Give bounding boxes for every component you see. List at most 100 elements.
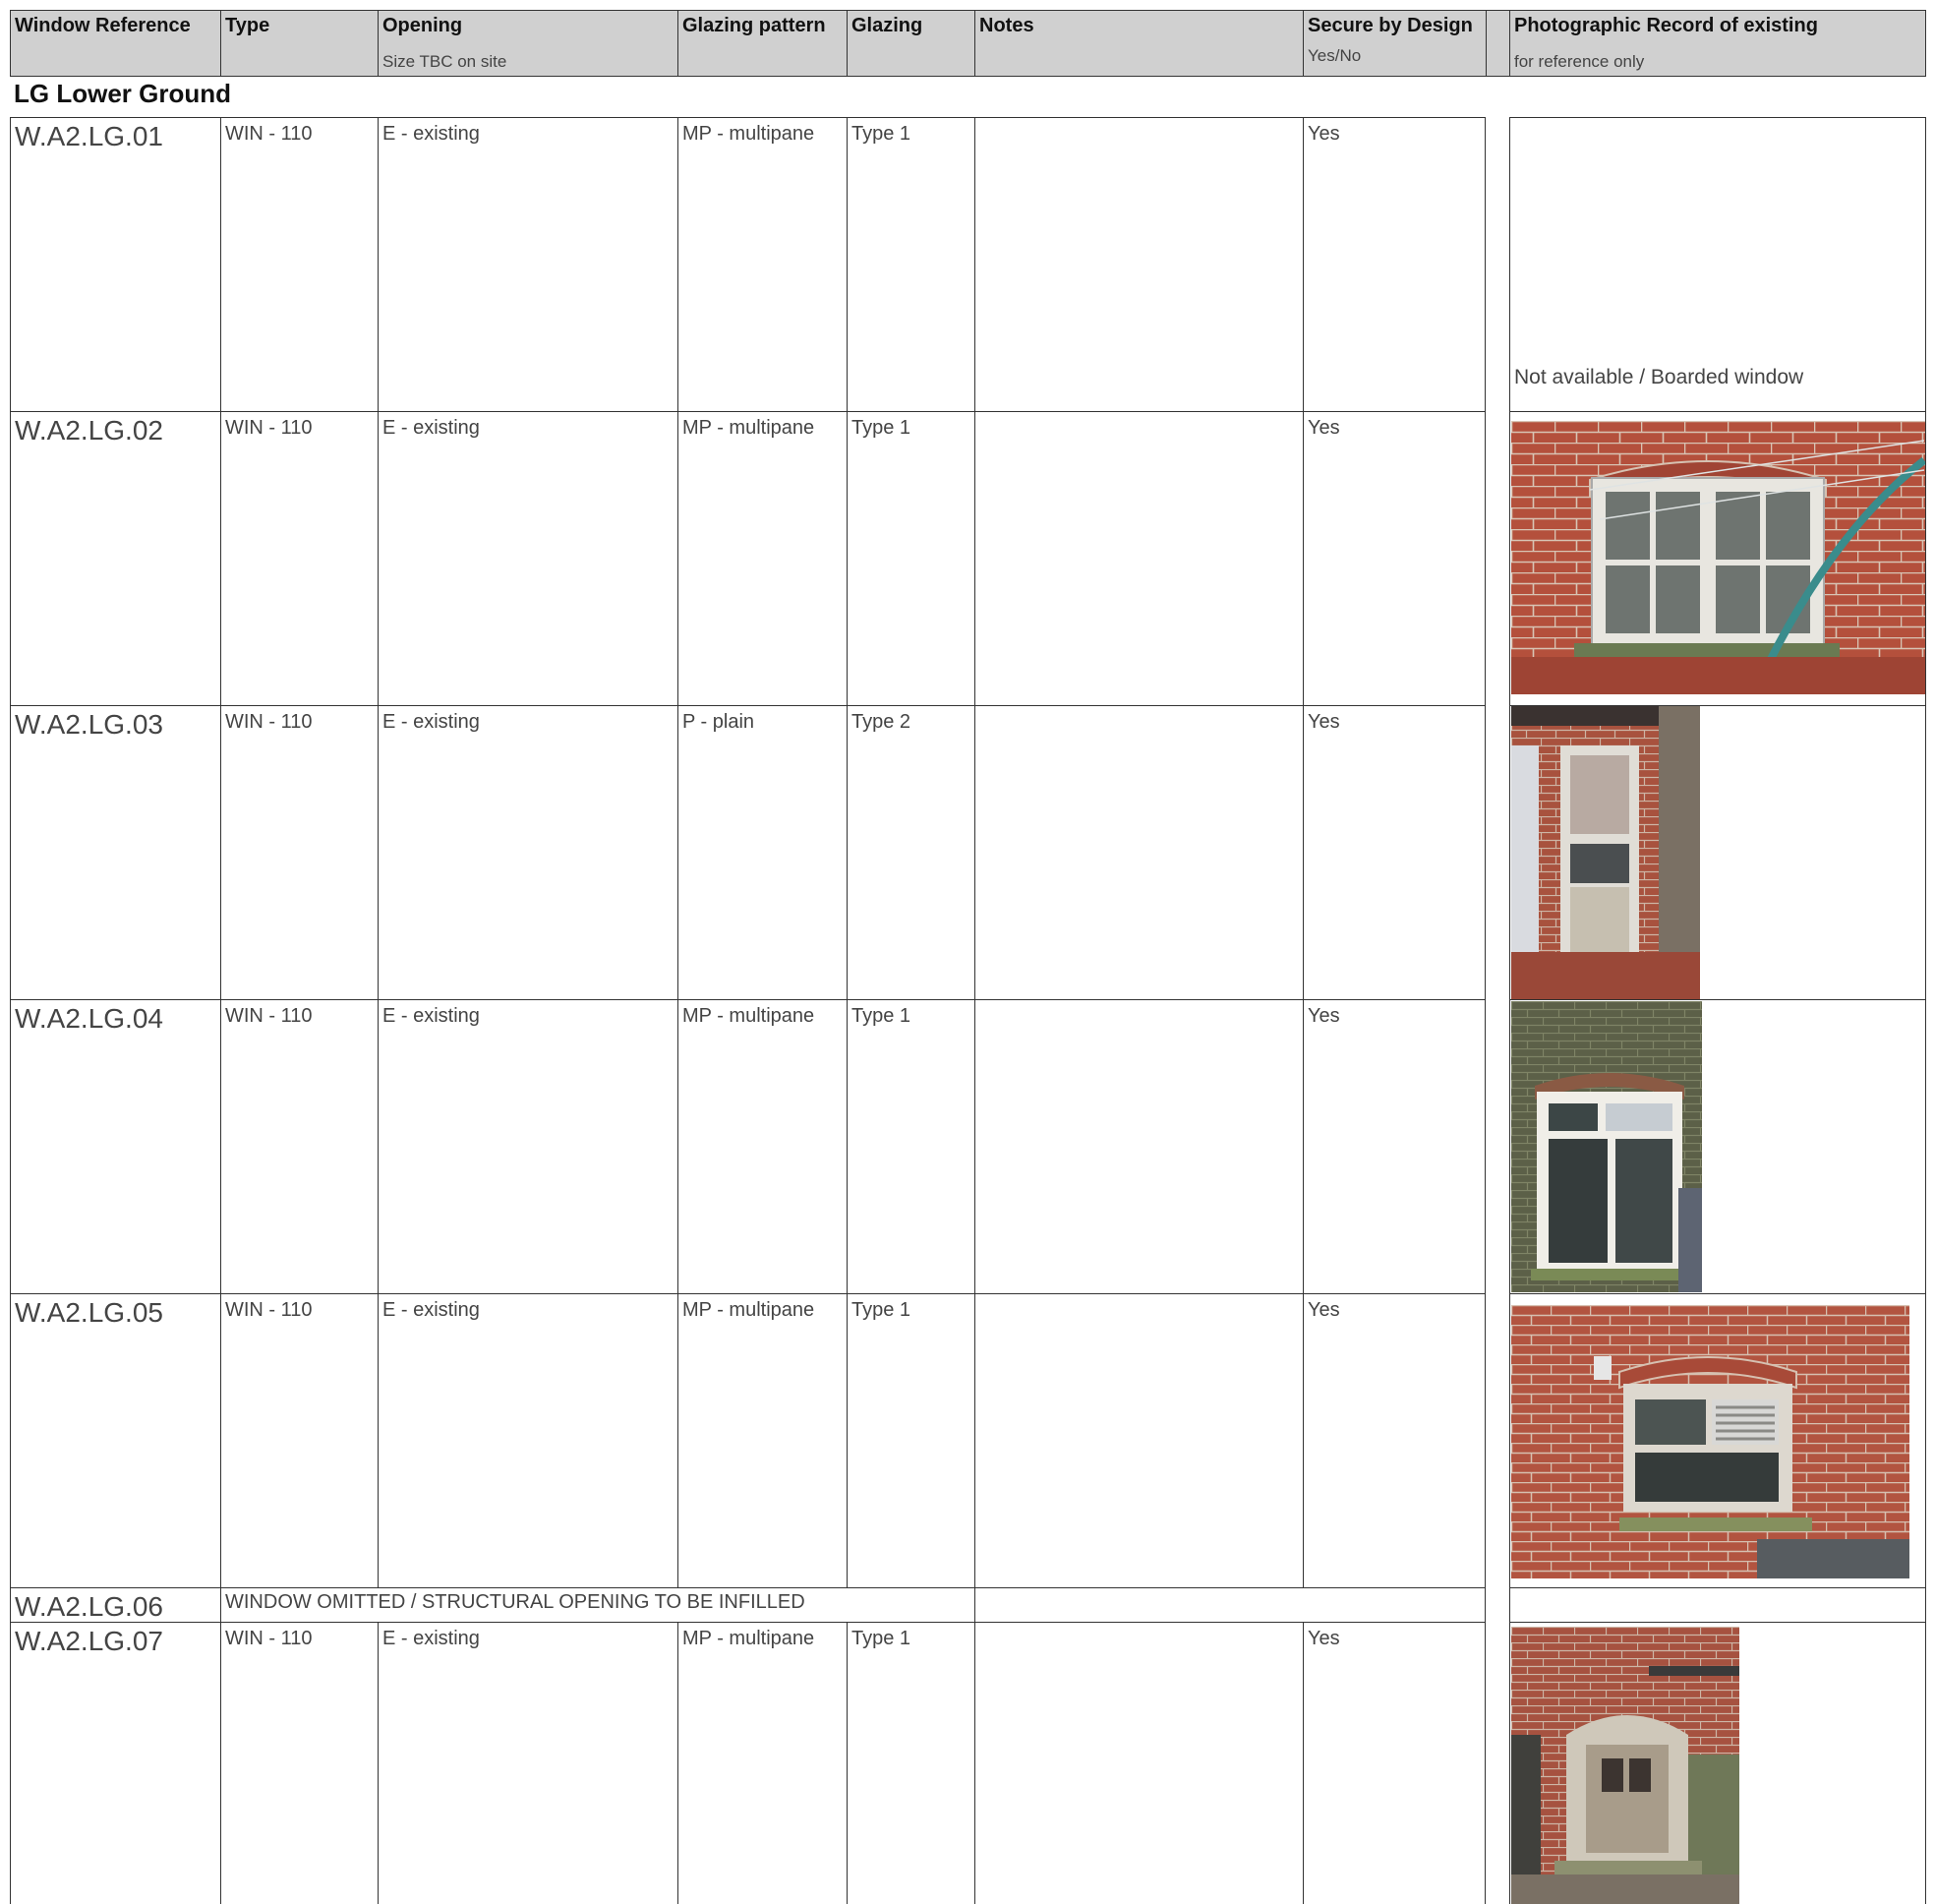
window-ref: W.A2.LG.07 [15, 1626, 163, 1656]
window-ref: W.A2.LG.04 [15, 1003, 163, 1034]
secure-value: Yes [1308, 1299, 1340, 1321]
header-glazing-label: Glazing [851, 15, 923, 36]
secure-cell: Yes [1303, 117, 1486, 411]
header-window-reference: Window Reference [10, 10, 220, 77]
opening-value: E - existing [382, 1628, 480, 1649]
opening-cell: E - existing [378, 117, 677, 411]
opening-value: E - existing [382, 711, 480, 733]
table-row: W.A2.LG.07 [10, 1622, 220, 1904]
notes-cell [974, 117, 1303, 411]
type-cell: WIN - 110 [220, 411, 378, 705]
glazing-cell: Type 1 [847, 117, 974, 411]
pattern-value: MP - multipane [682, 123, 815, 145]
glazing-value: Type 1 [851, 123, 911, 145]
pattern-cell: MP - multipane [677, 999, 847, 1293]
type-cell: WIN - 110 [220, 999, 378, 1293]
pattern-cell: MP - multipane [677, 1293, 847, 1587]
opening-value: E - existing [382, 123, 480, 145]
secure-value: Yes [1308, 1005, 1340, 1027]
pattern-value: MP - multipane [682, 1005, 815, 1027]
header-notes-label: Notes [979, 15, 1034, 36]
notes-cell [974, 999, 1303, 1293]
table-row: W.A2.LG.01 [10, 117, 220, 411]
glazing-cell: Type 1 [847, 411, 974, 705]
type-value: WIN - 110 [225, 711, 313, 733]
header-photo-record: Photographic Record of existing for refe… [1509, 10, 1926, 77]
notes-cell [974, 1587, 1303, 1622]
header-opening-sub: Size TBC on site [382, 52, 507, 71]
pattern-value: P - plain [682, 711, 755, 733]
secure-cell: Yes [1303, 411, 1486, 705]
window-photo [1511, 706, 1700, 999]
pattern-cell: MP - multipane [677, 1622, 847, 1904]
photo-cell: Not available / Boarded window [1509, 117, 1926, 411]
header-opening-label: Opening [382, 15, 463, 36]
opening-cell: E - existing [378, 1622, 677, 1904]
secure-cell: Yes [1303, 1293, 1486, 1587]
glazing-value: Type 2 [851, 711, 911, 733]
window-ref: W.A2.LG.06 [15, 1591, 163, 1622]
header-secure-label: Secure by Design [1308, 15, 1473, 36]
window-photo [1511, 1627, 1739, 1904]
window-photo [1511, 1305, 1909, 1578]
header-type-label: Type [225, 15, 270, 36]
photo-cell [1509, 1587, 1926, 1622]
notes-cell [974, 1293, 1303, 1587]
pattern-value: MP - multipane [682, 1628, 815, 1649]
window-ref: W.A2.LG.03 [15, 709, 163, 740]
type-cell: WIN - 110 [220, 705, 378, 999]
glazing-value: Type 1 [851, 1628, 911, 1649]
secure-value: Yes [1308, 1628, 1340, 1649]
type-value: WIN - 110 [225, 1299, 313, 1321]
opening-cell: E - existing [378, 705, 677, 999]
type-value: WIN - 110 [225, 417, 313, 439]
type-value: WIN - 110 [225, 123, 313, 145]
secure-cell: Yes [1303, 1622, 1486, 1904]
header-spacer [1486, 10, 1509, 77]
table-row: W.A2.LG.03 [10, 705, 220, 999]
glazing-value: Type 1 [851, 1005, 911, 1027]
notes-cell [974, 411, 1303, 705]
secure-value: Yes [1308, 123, 1340, 145]
header-glazing: Glazing [847, 10, 974, 77]
opening-cell: E - existing [378, 999, 677, 1293]
secure-cell [1303, 1587, 1486, 1622]
window-ref: W.A2.LG.01 [15, 121, 163, 151]
section-title: LG Lower Ground [14, 79, 231, 108]
glazing-cell: Type 1 [847, 999, 974, 1293]
type-cell: WIN - 110 [220, 1622, 378, 1904]
window-photo [1511, 421, 1925, 694]
notes-cell [974, 705, 1303, 999]
header-glazing-pattern: Glazing pattern [677, 10, 847, 77]
opening-cell: E - existing [378, 411, 677, 705]
glazing-cell: Type 1 [847, 1293, 974, 1587]
header-window-reference-label: Window Reference [15, 15, 191, 36]
table-row: W.A2.LG.06 [10, 1587, 220, 1622]
photo-not-available: Not available / Boarded window [1514, 366, 1804, 388]
secure-cell: Yes [1303, 999, 1486, 1293]
header-photo-sub: for reference only [1514, 52, 1645, 71]
pattern-cell: MP - multipane [677, 117, 847, 411]
table-row: W.A2.LG.02 [10, 411, 220, 705]
header-secure-sub: Yes/No [1308, 46, 1362, 65]
header-secure-by-design: Secure by Design Yes/No [1303, 10, 1486, 77]
header-glazing-pattern-label: Glazing pattern [682, 15, 826, 36]
header-opening: Opening Size TBC on site [378, 10, 677, 77]
table-row: W.A2.LG.04 [10, 999, 220, 1293]
header-photo-label: Photographic Record of existing [1514, 15, 1818, 36]
window-ref: W.A2.LG.05 [15, 1297, 163, 1328]
omitted-note: WINDOW OMITTED / STRUCTURAL OPENING TO B… [225, 1591, 805, 1613]
secure-value: Yes [1308, 417, 1340, 439]
pattern-cell: P - plain [677, 705, 847, 999]
table-row: W.A2.LG.05 [10, 1293, 220, 1587]
header-notes: Notes [974, 10, 1303, 77]
glazing-cell: Type 2 [847, 705, 974, 999]
header-type: Type [220, 10, 378, 77]
pattern-cell: MP - multipane [677, 411, 847, 705]
window-schedule-sheet: Window Reference Type Opening Size TBC o… [0, 0, 1935, 1904]
opening-value: E - existing [382, 417, 480, 439]
glazing-cell: Type 1 [847, 1622, 974, 1904]
omitted-note-cell: WINDOW OMITTED / STRUCTURAL OPENING TO B… [220, 1587, 974, 1622]
notes-cell [974, 1622, 1303, 1904]
type-value: WIN - 110 [225, 1005, 313, 1027]
